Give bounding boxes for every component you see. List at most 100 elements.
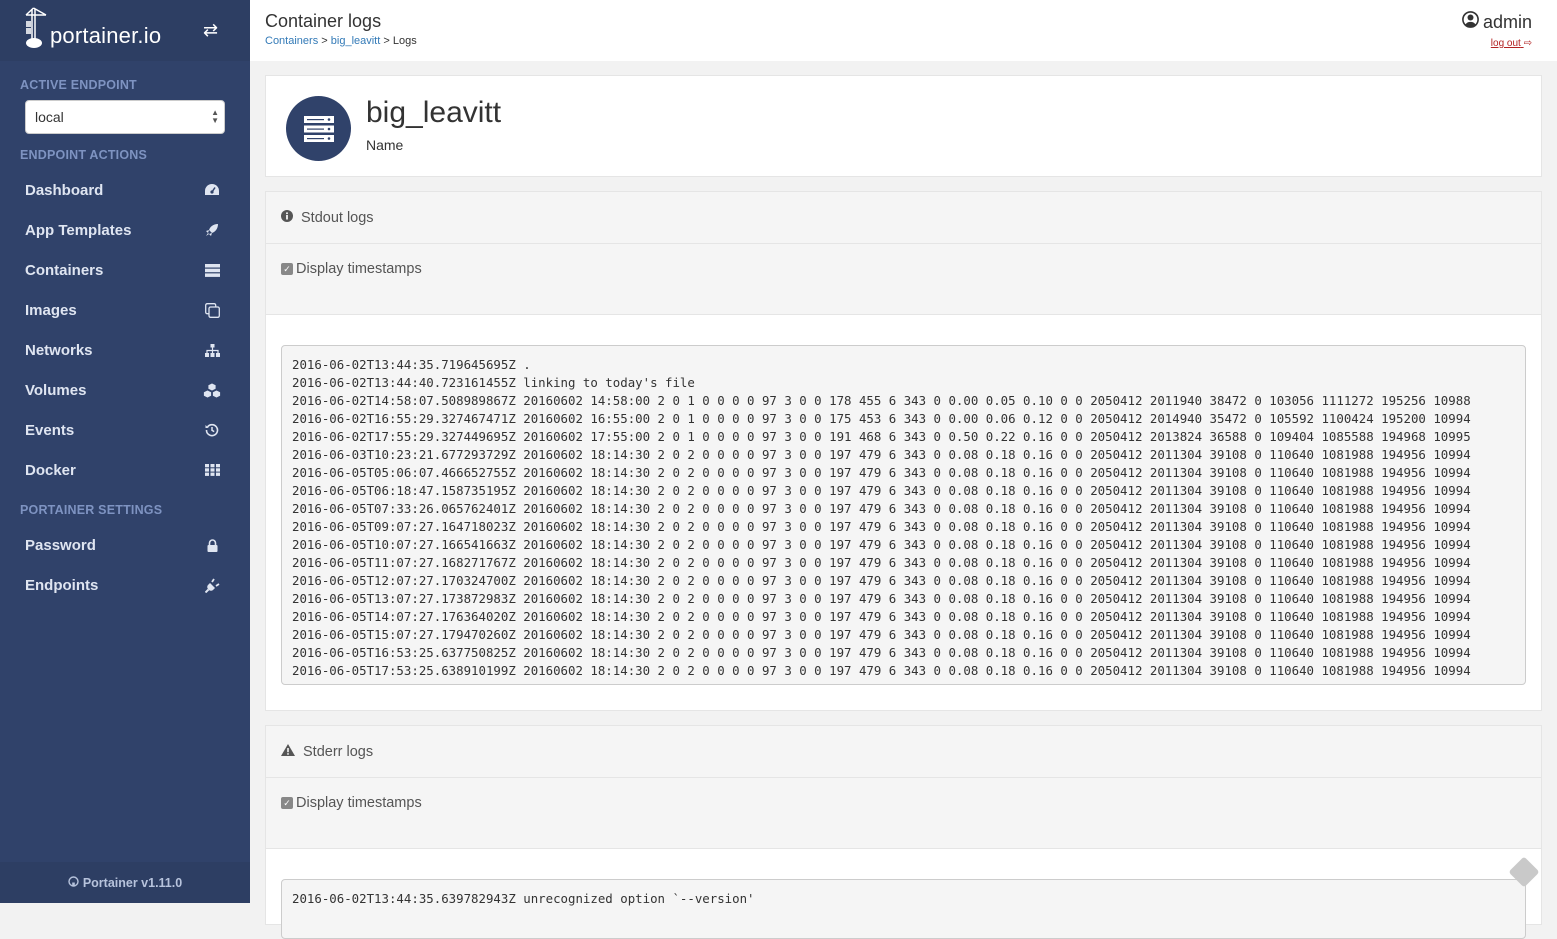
log-line: 2016-06-05T06:18:47.158735195Z 20160602 … — [292, 483, 1471, 498]
endpoint-select-value: local — [35, 109, 64, 125]
sidebar-item-containers[interactable]: Containers — [0, 250, 250, 290]
checkbox-checked-icon[interactable]: ✓ — [281, 263, 293, 275]
lock-icon — [203, 536, 221, 554]
sidebar-item-label: Events — [25, 421, 75, 439]
log-line: 2016-06-02T17:55:29.327449695Z 20160602 … — [292, 429, 1471, 444]
server-icon — [203, 261, 221, 279]
sidebar-item-label: Networks — [25, 341, 93, 359]
username: admin — [1482, 11, 1532, 32]
breadcrumb-separator: > — [383, 35, 390, 47]
sidebar-item-label: App Templates — [25, 221, 132, 239]
log-line: 2016-06-05T07:33:26.065762401Z 20160602 … — [292, 501, 1471, 516]
stdout-logs-panel: Stdout logs ✓ Display timestamps 2016-06… — [265, 191, 1542, 711]
sidebar-item-label: Docker — [25, 461, 76, 479]
log-line: 2016-06-02T13:44:35.639782943Z unrecogni… — [292, 891, 755, 906]
logout-link[interactable]: log out ⇨ — [1491, 38, 1532, 49]
logout-label: log out — [1490, 38, 1521, 49]
info-circle-icon — [281, 209, 293, 226]
sidebar-item-label: Volumes — [25, 381, 87, 399]
log-line: 2016-06-05T05:06:07.466652755Z 20160602 … — [292, 465, 1471, 480]
stdout-logs-header: Stdout logs — [266, 192, 1541, 244]
endpoint-select[interactable]: local ▲ ▼ — [25, 100, 225, 134]
sidebar-item-volumes[interactable]: Volumes — [0, 370, 250, 410]
swap-arrows-icon[interactable]: ⇄ — [203, 20, 218, 41]
log-line: 2016-06-05T11:07:27.168271767Z 20160602 … — [292, 555, 1471, 570]
user-info: admin — [1462, 11, 1532, 33]
log-line: 2016-06-05T13:07:27.173872983Z 20160602 … — [292, 591, 1471, 606]
sidebar-item-docker[interactable]: Docker — [0, 450, 250, 490]
sidebar-item-label: Password — [25, 536, 96, 554]
breadcrumb-current: Logs — [392, 35, 417, 47]
stderr-options: ✓ Display timestamps — [266, 778, 1541, 849]
sidebar-item-label: Containers — [25, 261, 104, 279]
stderr-timestamps-label: Display timestamps — [296, 795, 422, 811]
log-line: 2016-06-02T13:44:35.719645695Z . — [292, 357, 531, 372]
brand-name: portainer.io — [50, 23, 162, 48]
log-line: 2016-06-05T12:07:27.170324700Z 20160602 … — [292, 573, 1471, 588]
history-icon — [203, 421, 221, 439]
breadcrumb-separator: > — [321, 35, 328, 47]
stderr-logs-header: Stderr logs — [266, 726, 1541, 778]
user-circle-icon — [1462, 11, 1479, 33]
log-line: 2016-06-05T15:07:27.179470260Z 20160602 … — [292, 627, 1471, 642]
sidebar-item-app-templates[interactable]: App Templates — [0, 210, 250, 250]
stderr-logs-panel: Stderr logs ✓ Display timestamps 2016-06… — [265, 725, 1542, 939]
top-bar: Container logs Containers > big_leavitt … — [250, 0, 1557, 61]
log-line: 2016-06-03T10:23:21.677293729Z 20160602 … — [292, 447, 1471, 462]
stderr-log-output[interactable]: 2016-06-02T13:44:35.639782943Z unrecogni… — [281, 879, 1526, 939]
stdout-timestamps-label: Display timestamps — [296, 261, 422, 277]
clone-icon — [203, 301, 221, 319]
sidebar-brand: portainer.io ⇄ — [0, 0, 250, 61]
log-line: 2016-06-02T16:55:29.327467471Z 20160602 … — [292, 411, 1471, 426]
stderr-timestamps-toggle[interactable]: ✓ Display timestamps — [281, 795, 1526, 811]
sidebar-item-networks[interactable]: Networks — [0, 330, 250, 370]
container-avatar — [286, 96, 351, 161]
endpoint-actions-label: ENDPOINT ACTIONS — [20, 148, 148, 162]
portainer-logo[interactable]: portainer.io — [24, 7, 161, 49]
container-name: big_leavitt — [366, 96, 502, 129]
active-endpoint-label: ACTIVE ENDPOINT — [20, 78, 137, 92]
log-line: 2016-06-02T13:44:40.723161455Z linking t… — [292, 375, 695, 390]
log-line: 2016-06-05T17:53:25.638910199Z 20160602 … — [292, 663, 1471, 678]
breadcrumb: Containers > big_leavitt > Logs — [265, 35, 417, 47]
sidebar-footer: Portainer v1.11.0 — [0, 862, 250, 903]
checkbox-checked-icon[interactable]: ✓ — [281, 797, 293, 809]
sidebar: portainer.io ⇄ ACTIVE ENDPOINT local ▲ ▼ … — [0, 0, 250, 903]
sidebar-item-label: Endpoints — [25, 576, 99, 594]
tachometer-icon — [203, 181, 221, 199]
warning-icon — [281, 743, 295, 760]
breadcrumb-containers-link[interactable]: Containers — [265, 35, 318, 47]
portainer-crane-icon — [25, 7, 47, 48]
select-arrows-icon: ▲ ▼ — [211, 108, 219, 125]
sidebar-item-images[interactable]: Images — [0, 290, 250, 330]
container-name-label: Name — [366, 137, 404, 153]
stderr-logs-title: Stderr logs — [303, 743, 374, 760]
portainer-settings-label: PORTAINER SETTINGS — [20, 503, 163, 517]
log-line: 2016-06-05T10:07:27.166541663Z 20160602 … — [292, 537, 1471, 552]
th-icon — [203, 461, 221, 479]
log-line: 2016-06-05T14:07:27.176364020Z 20160602 … — [292, 609, 1471, 624]
breadcrumb-container-link[interactable]: big_leavitt — [331, 35, 381, 47]
stdout-timestamps-toggle[interactable]: ✓ Display timestamps — [281, 261, 1526, 277]
sidebar-item-password[interactable]: Password — [0, 525, 250, 565]
stdout-options: ✓ Display timestamps — [266, 244, 1541, 315]
portainer-version: Portainer v1.11.0 — [82, 875, 183, 890]
sidebar-item-events[interactable]: Events — [0, 410, 250, 450]
stdout-log-output[interactable]: 2016-06-02T13:44:35.719645695Z . 2016-06-… — [281, 345, 1526, 685]
cubes-icon — [203, 381, 221, 399]
sitemap-icon — [203, 341, 221, 359]
user-box: admin log out ⇨ — [1462, 11, 1532, 51]
log-line: 2016-06-05T09:07:27.164718023Z 20160602 … — [292, 519, 1471, 534]
sidebar-item-endpoints[interactable]: Endpoints — [0, 565, 250, 605]
sign-out-icon: ⇨ — [1523, 38, 1532, 49]
server-icon — [303, 115, 334, 142]
page-title: Container logs — [265, 11, 382, 31]
rocket-icon — [203, 221, 221, 239]
stdout-logs-title: Stdout logs — [301, 209, 374, 226]
plug-icon — [203, 576, 221, 594]
sidebar-item-label: Images — [25, 301, 77, 319]
container-name-card: big_leavitt Name — [265, 75, 1542, 177]
github-icon — [68, 875, 79, 890]
sidebar-item-dashboard[interactable]: Dashboard — [0, 170, 250, 210]
log-line: 2016-06-05T16:53:25.637750825Z 20160602 … — [292, 645, 1471, 660]
